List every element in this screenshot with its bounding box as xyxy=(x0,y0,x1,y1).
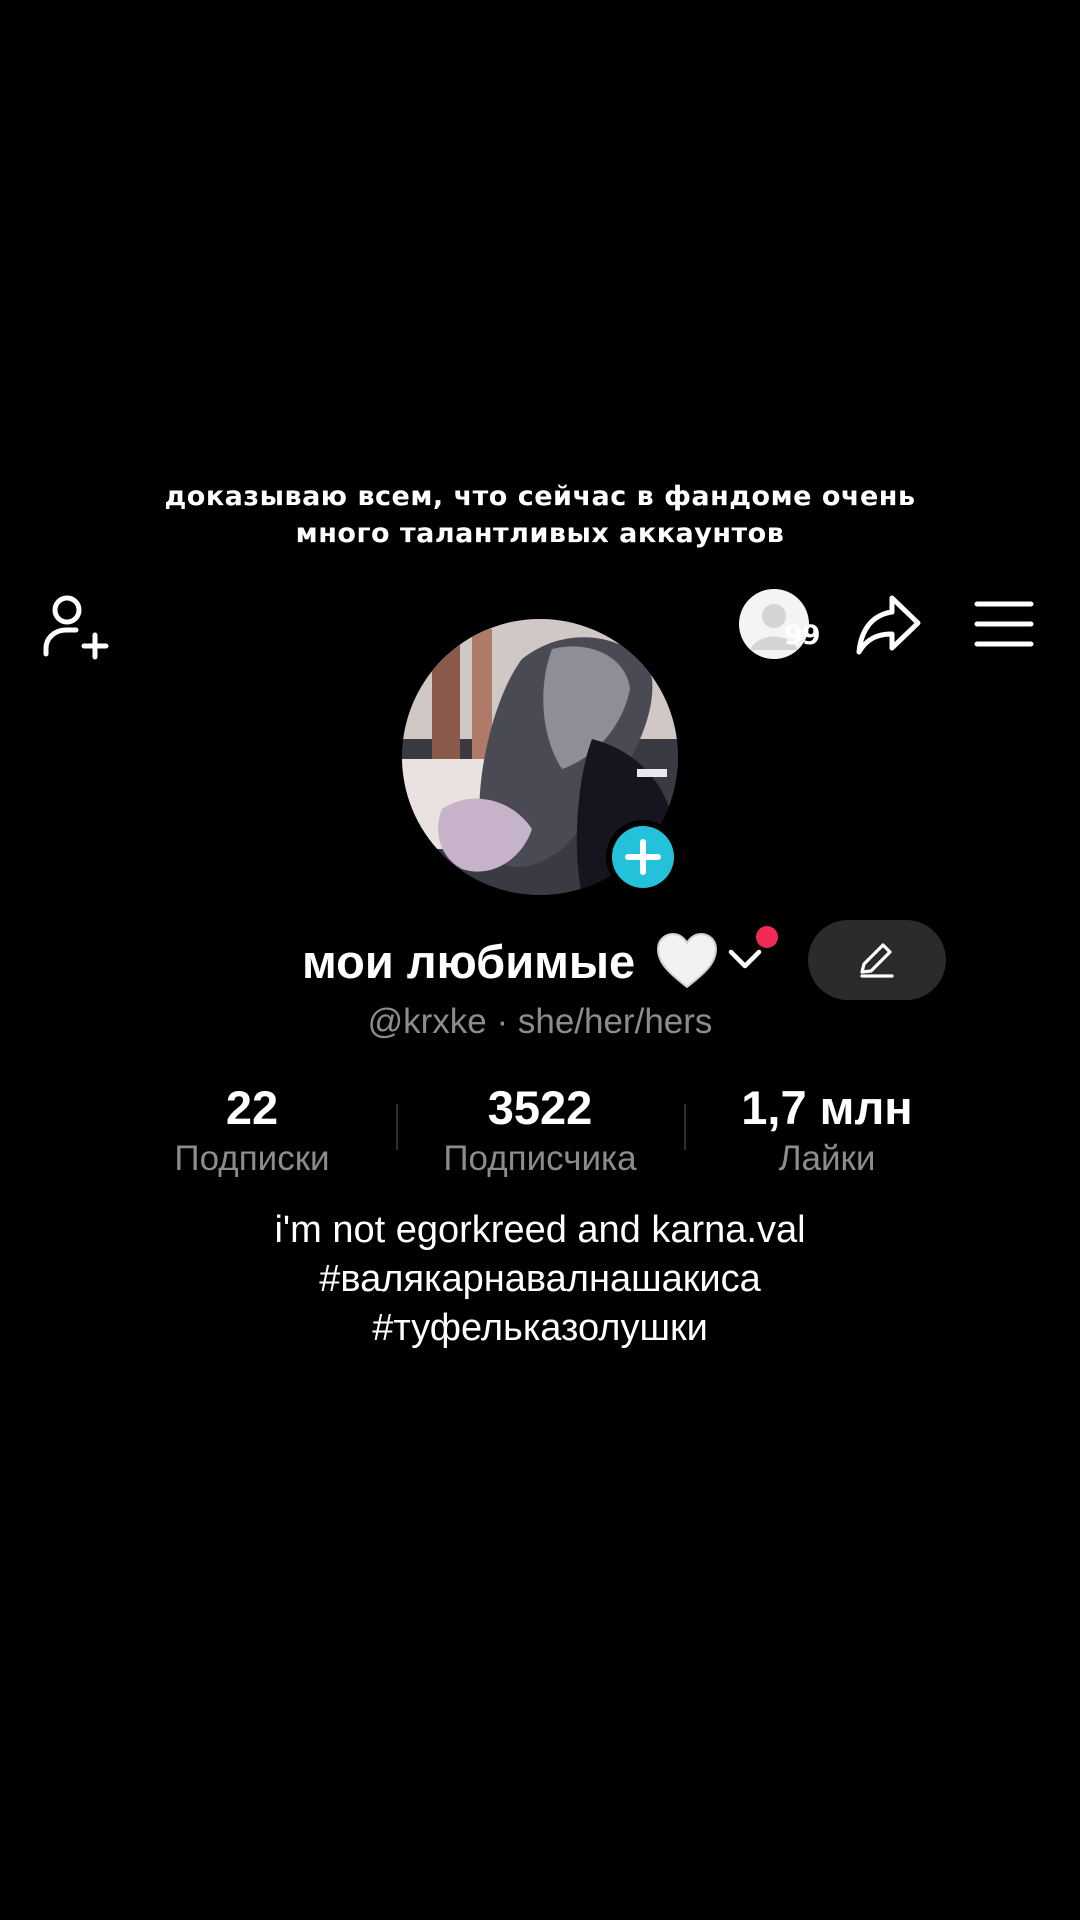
plus-icon xyxy=(625,839,661,875)
notification-dot xyxy=(756,926,778,948)
stat-followers[interactable]: 3522 Подписчика xyxy=(410,1080,670,1182)
likes-label: Лайки xyxy=(778,1139,876,1178)
username-pronouns: @krxke · she/her/hers xyxy=(367,1002,713,1041)
pencil-icon xyxy=(860,943,894,978)
stat-likes[interactable]: 1,7 млн Лайки xyxy=(697,1080,957,1182)
share-arrow-icon[interactable] xyxy=(854,590,924,660)
hamburger-menu-icon[interactable] xyxy=(974,596,1034,652)
video-caption: доказываю всем, что сейчас в фандоме оче… xyxy=(0,478,1080,552)
likes-count: 1,7 млн xyxy=(741,1081,913,1134)
bio-line-1: i'm not egorkreed and karna.val xyxy=(274,1209,806,1251)
following-count: 22 xyxy=(225,1081,279,1134)
profile-bio: i'm not egorkreed and karna.val #валякар… xyxy=(0,1206,1080,1353)
bio-hashtag-1[interactable]: #валякарнавалнашакиса xyxy=(0,1255,1080,1304)
visitors-count-badge: 99 xyxy=(784,620,821,651)
avatar-add-button[interactable] xyxy=(606,820,680,894)
display-name: мои любимые xyxy=(302,935,636,988)
stat-following[interactable]: 22 Подписки xyxy=(122,1080,382,1182)
person-add-icon[interactable] xyxy=(38,588,112,662)
stat-divider xyxy=(684,1104,686,1150)
edit-profile-button[interactable] xyxy=(808,920,946,1000)
following-label: Подписки xyxy=(174,1139,330,1178)
bio-hashtag-2[interactable]: #туфельказолушки xyxy=(0,1304,1080,1353)
caption-line-1: доказываю всем, что сейчас в фандоме оче… xyxy=(164,481,916,512)
caption-line-2: много талантливых аккаунтов xyxy=(295,518,785,549)
stat-divider xyxy=(396,1104,398,1150)
account-switch-chevron-icon[interactable] xyxy=(726,946,764,972)
followers-count: 3522 xyxy=(487,1081,593,1134)
white-heart-icon xyxy=(656,932,718,989)
followers-label: Подписчика xyxy=(443,1139,637,1178)
